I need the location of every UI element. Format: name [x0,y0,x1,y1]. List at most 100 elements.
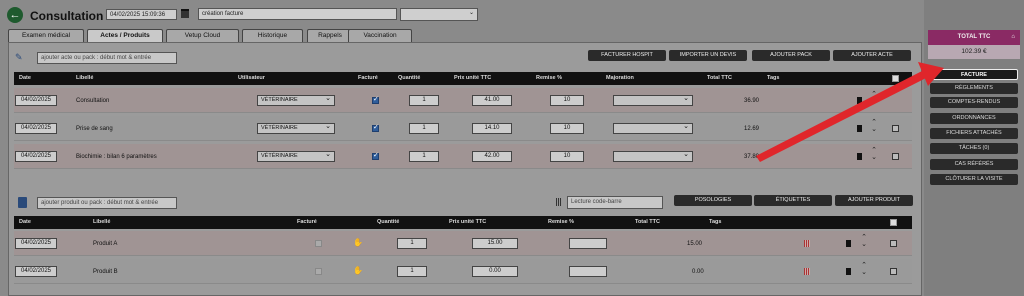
acte-search-input[interactable]: ajouter acte ou pack : début mot & entré… [37,52,177,64]
col-libelle: Libellé [76,75,94,81]
row-checkbox[interactable] [892,153,899,160]
barcode-tag-icon[interactable] [804,268,810,275]
reorder-arrows-icon[interactable]: ⌃ ⌄ [871,147,877,161]
remise-field[interactable]: 10 [550,123,584,134]
header-select[interactable]: ⌄ [400,8,478,21]
description-field[interactable]: création facture [198,8,397,20]
ordonnances-button[interactable]: ORDONNANCES [930,113,1018,124]
facture-checkbox[interactable] [372,151,379,160]
trash-icon[interactable] [857,125,862,132]
actes-table-header: Date Libellé Utilisateur Facturé Quantit… [14,72,912,85]
ajouter-pack-button[interactable]: AJOUTER PACK [752,50,830,61]
date-field[interactable]: 04/02/2025 [15,151,57,162]
reglements-button[interactable]: RÈGLEMENTS [930,83,1018,94]
row-label: Produit B [93,269,118,275]
row-total: 37.80 [744,154,760,160]
row-checkbox[interactable] [890,240,897,247]
facture-checkbox[interactable] [372,123,379,132]
tab-actes-produits[interactable]: Actes / Produits [87,29,163,42]
price-field[interactable]: 14.10 [472,123,512,134]
importer-devis-button[interactable]: IMPORTER UN DEVIS [669,50,747,61]
tab-vetup-cloud[interactable]: Vetup Cloud [166,29,239,42]
row-checkbox[interactable] [890,268,897,275]
facturer-hospit-button[interactable]: FACTURER HOSPIT [588,50,666,61]
fichiers-attaches-button[interactable]: FICHIERS ATTACHÉS [930,128,1018,139]
price-field[interactable]: 41.00 [472,95,512,106]
majoration-select[interactable] [613,94,693,106]
trash-icon[interactable] [846,268,851,275]
row-total: 15.00 [687,241,703,247]
tab-rappels[interactable]: Rappels [307,29,353,42]
back-arrow-icon[interactable]: ← [7,7,23,23]
facture-checkbox [315,268,322,275]
trash-icon[interactable] [857,97,862,104]
user-select[interactable]: VÉTÉRINAIRE [257,94,335,106]
row-total: 0.00 [692,269,704,275]
main-area: ← Consultation 04/02/2025 15:09:36 créat… [0,0,924,296]
row-checkbox[interactable] [892,125,899,132]
remise-field[interactable]: 10 [550,95,584,106]
reorder-arrows-icon[interactable]: ⌃ ⌄ [871,119,877,133]
ajouter-acte-button[interactable]: AJOUTER ACTE [833,50,911,61]
lock-icon[interactable]: ⌂ [1011,30,1015,45]
table-row: 04/02/2025 Consultation VÉTÉRINAIRE 1 41… [14,88,912,113]
tab-examen-medical[interactable]: Examen médical [8,29,84,42]
facture-button[interactable]: FACTURE [930,69,1018,80]
remise-field[interactable]: 10 [550,151,584,162]
posologies-button[interactable]: POSOLOGIES [674,195,752,206]
tab-historique[interactable]: Historique [242,29,303,42]
reorder-arrows-icon[interactable]: ⌃ ⌄ [861,262,867,276]
produits-table-header: Date Libellé Facturé Quantité Prix unité… [14,216,912,229]
gloves-icon[interactable]: ✋ [353,239,363,247]
etiquettes-button[interactable]: ÉTIQUETTES [754,195,832,206]
date-field[interactable]: 04/02/2025 [15,266,57,277]
cas-referes-button[interactable]: CAS RÉFÉRÉS [930,159,1018,170]
cloturer-visite-button[interactable]: CLÔTURER LA VISITE [930,174,1018,185]
price-field[interactable]: 42.00 [472,151,512,162]
date-field[interactable]: 04/02/2025 [15,95,57,106]
price-field[interactable]: 0.00 [472,266,518,277]
tab-vaccination[interactable]: Vaccination [348,29,412,42]
syringe-icon: ✎ [15,52,23,62]
remise-field[interactable] [569,238,607,249]
col-quantite: Quantité [398,75,421,81]
gloves-icon[interactable]: ✋ [353,267,363,275]
product-search-input[interactable]: ajouter produit ou pack : début mot & en… [37,197,177,209]
price-field[interactable]: 15.00 [472,238,518,249]
product-icon [18,197,27,208]
ajouter-produit-button[interactable]: AJOUTER PRODUIT [835,195,913,206]
calendar-icon[interactable] [181,9,189,18]
qty-field[interactable]: 1 [397,238,427,249]
facture-checkbox[interactable] [372,95,379,104]
col-tags: Tags [709,219,722,225]
taches-button[interactable]: TÂCHES (0) [930,143,1018,154]
qty-field[interactable]: 1 [409,151,439,162]
remise-field[interactable] [569,266,607,277]
row-total: 36.90 [744,98,760,104]
table-row: 04/02/2025 Produit A ✋ 1 15.00 15.00 ⌃ ⌄ [14,231,912,256]
date-field[interactable]: 04/02/2025 [15,238,57,249]
col-remise: Remise % [548,219,574,225]
qty-field[interactable]: 1 [409,95,439,106]
majoration-select[interactable] [613,150,693,162]
datetime-field[interactable]: 04/02/2025 15:09:36 [106,9,177,20]
reorder-arrows-icon[interactable]: ⌃ ⌄ [861,234,867,248]
trash-icon[interactable] [857,153,862,160]
majoration-select[interactable] [613,122,693,134]
col-remise: Remise % [536,75,562,81]
select-all-checkbox[interactable] [892,75,899,82]
table-row: 04/02/2025 Prise de sang VÉTÉRINAIRE 1 1… [14,116,912,141]
qty-field[interactable]: 1 [409,123,439,134]
barcode-tag-icon[interactable] [804,240,810,247]
select-all-checkbox[interactable] [890,219,897,226]
col-date: Date [19,75,31,81]
qty-field[interactable]: 1 [397,266,427,277]
comptes-rendus-button[interactable]: COMPTES-RENDUS [930,97,1018,108]
reorder-arrows-icon[interactable]: ⌃ ⌄ [871,91,877,105]
trash-icon[interactable] [846,240,851,247]
row-total: 12.69 [744,126,760,132]
user-select[interactable]: VÉTÉRINAIRE [257,122,335,134]
barcode-input[interactable]: Lecture code-barre [567,196,663,209]
date-field[interactable]: 04/02/2025 [15,123,57,134]
user-select[interactable]: VÉTÉRINAIRE [257,150,335,162]
